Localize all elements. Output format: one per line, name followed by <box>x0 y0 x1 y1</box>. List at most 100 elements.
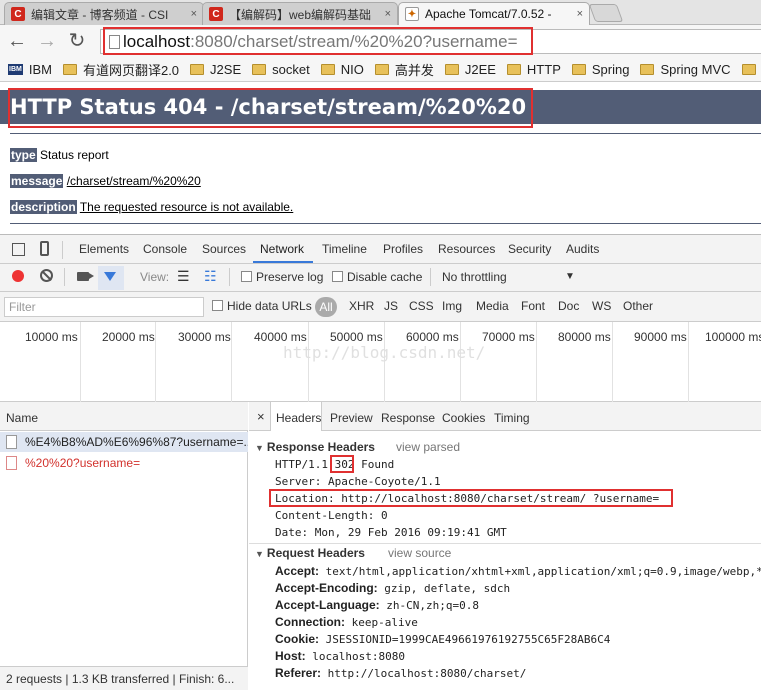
request-name: %20%20?username= <box>25 456 141 470</box>
preserve-log-checkbox[interactable]: Preserve log <box>241 270 323 284</box>
tab-preview[interactable]: Preview <box>330 411 373 425</box>
bookmark-ibm[interactable]: IBM IBM <box>8 62 52 77</box>
filter-other[interactable]: Other <box>623 299 653 313</box>
new-tab-button[interactable] <box>588 4 624 22</box>
bookmark-folder[interactable]: J2SE <box>190 62 241 77</box>
message-value: /charset/stream/%20%20 <box>66 174 201 188</box>
filter-ws[interactable]: WS <box>592 299 611 313</box>
record-icon[interactable] <box>12 270 24 282</box>
header-date: Date: Mon, 29 Feb 2016 09:19:41 GMT <box>275 526 507 539</box>
folder-icon <box>374 64 389 75</box>
browser-tab-2[interactable]: C 【编解码】web编解码基础 × <box>202 2 398 25</box>
tab-sources[interactable]: Sources <box>202 242 246 256</box>
forward-arrow-icon[interactable]: → <box>36 29 58 53</box>
folder-icon <box>571 64 586 75</box>
view-parsed-link[interactable]: view parsed <box>396 440 460 454</box>
document-icon <box>6 456 17 470</box>
request-headers-section[interactable]: ▼ Request Headers <box>255 546 365 560</box>
bookmark-folder[interactable]: HTTP <box>506 62 561 77</box>
tab-title: Apache Tomcat/7.0.52 - <box>425 7 552 21</box>
tab-cookies[interactable]: Cookies <box>442 411 485 425</box>
filter-all-button[interactable]: All <box>315 297 337 317</box>
filter-media[interactable]: Media <box>476 299 509 313</box>
disable-cache-checkbox[interactable]: Disable cache <box>332 270 422 284</box>
filter-css[interactable]: CSS <box>409 299 434 313</box>
divider <box>64 268 65 286</box>
folder-icon <box>444 64 459 75</box>
bookmark-folder[interactable]: Spring <box>571 62 629 77</box>
filter-doc[interactable]: Doc <box>558 299 579 313</box>
folder-icon <box>320 64 335 75</box>
header-accept: Accept: text/html,application/xhtml+xml,… <box>275 564 761 578</box>
inspect-element-icon[interactable] <box>12 243 25 256</box>
tab-headers[interactable]: Headers <box>276 411 321 425</box>
request-name: %E4%B8%AD%E6%96%87?username=... <box>25 435 248 449</box>
close-icon[interactable]: × <box>385 8 391 20</box>
bookmark-folder[interactable]: socket <box>252 62 310 77</box>
request-row[interactable]: %20%20?username= <box>0 453 248 473</box>
timeline-gridline <box>460 322 461 402</box>
tab-network[interactable]: Network <box>260 242 304 256</box>
divider <box>249 543 761 544</box>
bookmark-folder[interactable]: J2EE <box>444 62 496 77</box>
bookmarks-bar: IBM IBM 有道网页翻译2.0 J2SE socket NIO 高并发 J2E… <box>0 58 761 82</box>
filter-js[interactable]: JS <box>384 299 398 313</box>
browser-tab-3[interactable]: ✦ Apache Tomcat/7.0.52 - × <box>398 2 590 25</box>
tab-timeline[interactable]: Timeline <box>322 242 367 256</box>
capture-screenshots-icon[interactable] <box>77 272 94 281</box>
heading-highlight-box <box>8 88 533 128</box>
device-mode-icon[interactable] <box>40 241 49 256</box>
filter-xhr[interactable]: XHR <box>349 299 374 313</box>
bookmark-folder[interactable]: 高并发 <box>374 60 434 79</box>
close-icon[interactable]: × <box>577 8 583 20</box>
timeline-tick-label: 40000 ms <box>254 330 307 344</box>
bookmark-folder[interactable]: Spring MVC <box>640 62 731 77</box>
hide-data-urls-checkbox[interactable]: Hide data URLs <box>212 299 312 313</box>
chevron-down-icon[interactable]: ▼ <box>565 271 575 282</box>
close-icon[interactable]: × <box>257 409 265 424</box>
filter-toggle-button[interactable] <box>98 266 124 290</box>
tab-profiles[interactable]: Profiles <box>383 242 423 256</box>
network-overview-timeline[interactable]: 10000 ms 20000 ms 30000 ms 40000 ms 5000… <box>0 322 761 402</box>
browser-toolbar: ← → ↻ localhost:8080/charset/stream/%20%… <box>0 25 761 58</box>
tomcat-favicon-icon: ✦ <box>405 7 419 21</box>
selected-tab-indicator <box>253 261 313 263</box>
tab-timing[interactable]: Timing <box>494 411 530 425</box>
view-source-link[interactable]: view source <box>388 546 451 560</box>
response-headers-section[interactable]: ▼ Response Headers <box>255 440 375 454</box>
bookmark-folder[interactable]: 有道网页翻译2.0 <box>62 60 179 79</box>
overview-icon[interactable]: ☷ <box>204 268 217 285</box>
name-column-header[interactable]: Name <box>0 402 248 431</box>
message-row: message /charset/stream/%20%20 <box>10 174 201 188</box>
filter-input[interactable] <box>4 297 204 317</box>
timeline-tick-label: 60000 ms <box>406 330 459 344</box>
request-details: × Headers Preview Response Cookies Timin… <box>249 402 761 690</box>
header-content-length: Content-Length: 0 <box>275 509 388 522</box>
browser-tab-1[interactable]: C 编辑文章 - 博客频道 - CSI × <box>4 2 204 25</box>
filter-img[interactable]: Img <box>442 299 462 313</box>
timeline-tick-label: 100000 ms <box>705 330 761 344</box>
csdn-favicon-icon: C <box>209 7 223 21</box>
timeline-gridline <box>155 322 156 402</box>
clear-icon[interactable] <box>40 269 53 282</box>
browser-tab-strip: C 编辑文章 - 博客频道 - CSI × C 【编解码】web编解码基础 × … <box>0 0 761 25</box>
back-arrow-icon[interactable]: ← <box>6 29 28 53</box>
request-row[interactable]: %E4%B8%AD%E6%96%87?username=... <box>0 432 248 452</box>
tab-console[interactable]: Console <box>143 242 187 256</box>
timeline-tick-label: 50000 ms <box>330 330 383 344</box>
reload-icon[interactable]: ↻ <box>66 29 88 53</box>
throttling-select[interactable]: No throttling <box>442 270 507 284</box>
close-icon[interactable]: × <box>191 8 197 20</box>
tab-elements[interactable]: Elements <box>79 242 129 256</box>
tab-resources[interactable]: Resources <box>438 242 495 256</box>
location-highlight-box <box>269 489 673 507</box>
tab-security[interactable]: Security <box>508 242 551 256</box>
tab-response[interactable]: Response <box>381 411 435 425</box>
header-accept-encoding: Accept-Encoding: gzip, deflate, sdch <box>275 581 511 595</box>
request-list: Name %E4%B8%AD%E6%96%87?username=... %20… <box>0 402 248 690</box>
large-rows-icon[interactable]: ☰ <box>177 268 190 285</box>
tab-audits[interactable]: Audits <box>566 242 599 256</box>
bookmark-folder[interactable]: NIO <box>320 62 364 77</box>
bookmark-folder[interactable] <box>741 64 761 75</box>
filter-font[interactable]: Font <box>521 299 545 313</box>
